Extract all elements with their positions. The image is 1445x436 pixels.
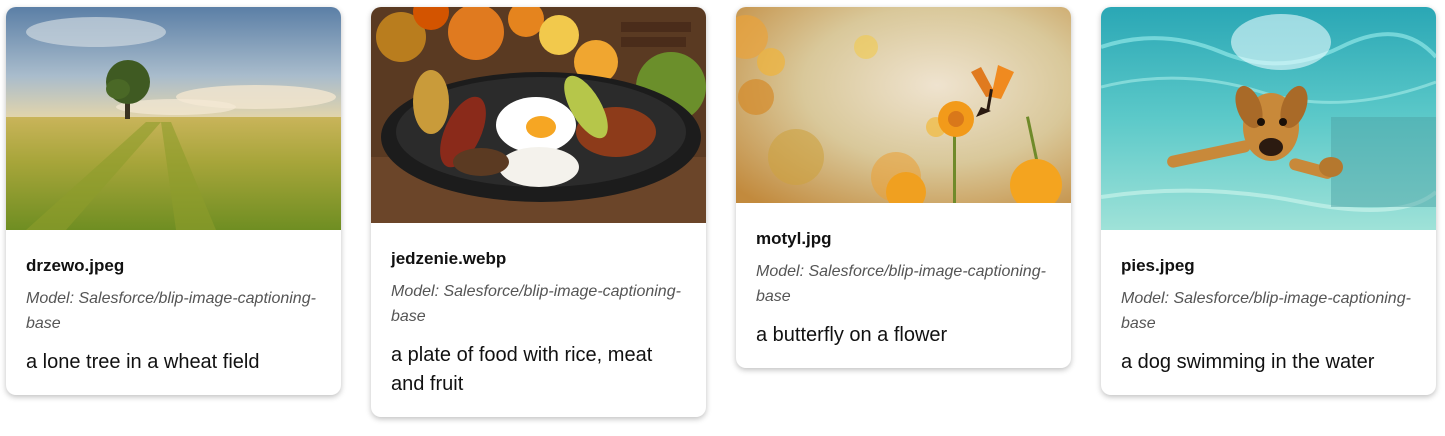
- image-card: drzewo.jpeg Model: Salesforce/blip-image…: [6, 7, 341, 395]
- card-filename: drzewo.jpeg: [26, 256, 125, 275]
- card-caption: a lone tree in a wheat field: [26, 351, 260, 373]
- card-body: pies.jpeg Model: Salesforce/blip-image-c…: [1101, 230, 1436, 395]
- card-body: motyl.jpg Model: Salesforce/blip-image-c…: [736, 203, 1071, 368]
- card-image-butterfly: [736, 7, 1071, 203]
- card-caption: a butterfly on a flower: [756, 324, 948, 346]
- card-model: Model: Salesforce/blip-image-captioning-…: [756, 263, 1046, 305]
- card-filename: motyl.jpg: [756, 229, 832, 248]
- image-card: pies.jpeg Model: Salesforce/blip-image-c…: [1101, 7, 1436, 395]
- card-filename: pies.jpeg: [1121, 256, 1195, 275]
- card-caption: a dog swimming in the water: [1121, 351, 1375, 373]
- card-image-tree: [6, 7, 341, 230]
- card-model: Model: Salesforce/blip-image-captioning-…: [391, 283, 681, 325]
- card-image-food: [371, 7, 706, 223]
- card-body: jedzenie.webp Model: Salesforce/blip-ima…: [371, 223, 706, 417]
- image-card: jedzenie.webp Model: Salesforce/blip-ima…: [371, 7, 706, 417]
- image-card: motyl.jpg Model: Salesforce/blip-image-c…: [736, 7, 1071, 368]
- card-model: Model: Salesforce/blip-image-captioning-…: [26, 290, 316, 332]
- card-caption: a plate of food with rice, meat and frui…: [391, 344, 653, 395]
- card-model: Model: Salesforce/blip-image-captioning-…: [1121, 290, 1411, 332]
- card-body: drzewo.jpeg Model: Salesforce/blip-image…: [6, 230, 341, 395]
- card-filename: jedzenie.webp: [391, 249, 507, 268]
- card-image-dog: [1101, 7, 1436, 230]
